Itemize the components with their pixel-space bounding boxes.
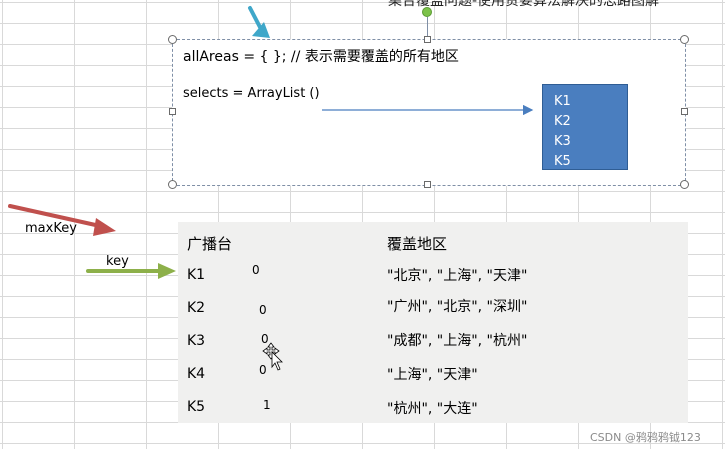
annotation-layer — [8, 6, 534, 371]
cyan-arrow-icon — [248, 6, 270, 38]
move-cursor-icon — [262, 342, 283, 371]
red-arrow-icon — [8, 204, 116, 236]
green-arrow-icon — [86, 263, 176, 279]
csdn-watermark: CSDN @鸦鸦鸦钺123 — [590, 431, 701, 444]
